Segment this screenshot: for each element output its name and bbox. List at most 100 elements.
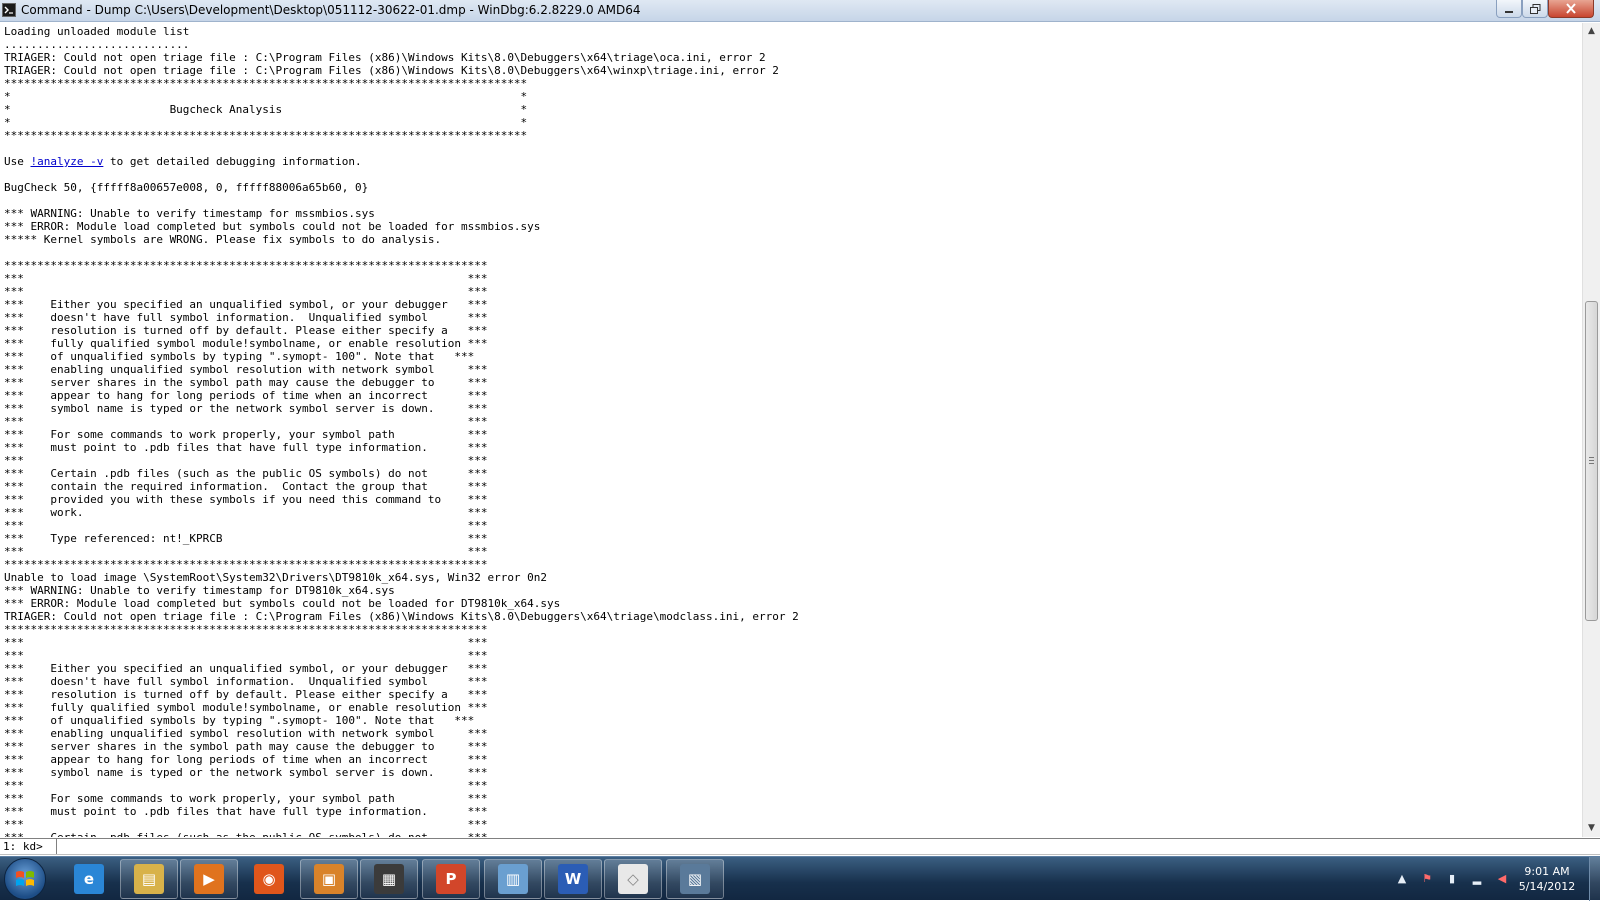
console-line: *** *** [4,415,488,428]
show-hidden-icons-icon[interactable]: ▲ [1395,872,1409,886]
console-line: *** WARNING: Unable to verify timestamp … [4,584,395,597]
media-player-icon: ▶ [194,864,224,894]
taskbar-button-internet-explorer[interactable]: e [60,859,118,899]
command-input[interactable] [56,839,1600,854]
command-window-icon [2,3,16,17]
console-line: *** *** [4,818,488,831]
link-line-suffix: to get detailed debugging information. [103,155,362,168]
console-line: *** *** [4,545,488,558]
taskbar: e ▤ ▶ ◉ ▣ ▦ P ▥ W ◇ ▧ ▲ ⚑ ▮ ▂ ◀ 9:01 AM 5/14/2012 [0,856,1600,901]
console-line: *** fully qualified symbol module!symbol… [4,337,488,350]
installer-icon: ▣ [314,864,344,894]
console-line: *** resolution is turned off by default.… [4,324,488,337]
clock[interactable]: 9:01 AM 5/14/2012 [1512,864,1582,894]
clock-time: 9:01 AM [1524,865,1570,878]
console-line: *** *** [4,779,488,792]
taskbar-button-network[interactable]: ▥ [484,859,542,899]
console-line: *** appear to hang for long periods of t… [4,753,488,766]
command-prompt: 1: kd> [3,840,43,853]
console-line: *** ERROR: Module load completed but sym… [4,220,541,233]
console-line: *** Certain .pdb files (such as the publ… [4,467,488,480]
output-lines-top: Loading unloaded module list ...........… [4,25,779,142]
console-line: *** symbol name is typed or the network … [4,402,488,415]
word-icon: W [558,864,588,894]
vertical-scrollbar[interactable]: ▲ ▼ [1582,23,1600,837]
console-line: *** *** [4,272,488,285]
console-line: ............................ [4,38,190,51]
console-line: *** Either you specified an unqualified … [4,662,488,675]
console-line: *** work. *** [4,506,488,519]
minimize-button[interactable] [1496,0,1522,18]
console-line: *** ERROR: Module load completed but sym… [4,597,561,610]
console-line: * * [4,116,528,129]
system-tray: ▲ ⚑ ▮ ▂ ◀ [1395,869,1509,889]
blank-document-icon: ◇ [618,864,648,894]
console-line: *** of unqualified symbols by typing ".s… [4,714,475,727]
volume-muted-icon[interactable]: ◀ [1495,872,1509,886]
console-line: *** provided you with these symbols if y… [4,493,488,506]
title-bar: Command - Dump C:\Users\Development\Desk… [0,0,1600,22]
console-line: ****************************************… [4,77,528,90]
console-line: ****************************************… [4,623,488,636]
console-line: * * [4,90,528,103]
console-line: BugCheck 50, {fffff8a00657e008, 0, fffff… [4,181,369,194]
taskbar-button-windbg[interactable]: ▧ [666,859,724,899]
action-center-icon[interactable]: ⚑ [1420,872,1434,886]
console-line: Unable to load image \SystemRoot\System3… [4,571,548,584]
console-output: Loading unloaded module list ...........… [0,23,1582,837]
powerpoint-icon: P [436,864,466,894]
show-desktop-button[interactable] [1589,857,1600,901]
console-line: ****************************************… [4,129,528,142]
start-button[interactable] [4,858,46,900]
console-line: *** *** [4,636,488,649]
link-line-prefix: Use [4,155,31,168]
console-line: * Bugcheck Analysis * [4,103,528,116]
taskbar-button-installer[interactable]: ▣ [300,859,358,899]
taskbar-button-blank-document[interactable]: ◇ [604,859,662,899]
debugger-output-pane[interactable]: Loading unloaded module list ...........… [0,23,1582,837]
console-line: *** of unqualified symbols by typing ".s… [4,350,475,363]
taskbar-button-windows-explorer[interactable]: ▤ [120,859,178,899]
console-line: *** doesn't have full symbol information… [4,311,488,324]
scroll-up-arrow-icon[interactable]: ▲ [1583,23,1600,40]
console-line: TRIAGER: Could not open triage file : C:… [4,51,766,64]
console-line: *** For some commands to work properly, … [4,428,488,441]
console-line: ****************************************… [4,558,488,571]
console-line: TRIAGER: Could not open triage file : C:… [4,610,799,623]
network-icon: ▥ [498,864,528,894]
console-line: *** contain the required information. Co… [4,480,488,493]
network-signal-icon[interactable]: ▂ [1470,872,1484,886]
console-line: ***** Kernel symbols are WRONG. Please f… [4,233,442,246]
console-line: Loading unloaded module list [4,25,190,38]
movie-maker-icon: ▦ [374,864,404,894]
clock-date: 5/14/2012 [1518,880,1576,893]
window-title: Command - Dump C:\Users\Development\Desk… [21,3,641,17]
internet-explorer-icon: e [74,864,104,894]
console-line: TRIAGER: Could not open triage file : C:… [4,64,779,77]
analyze-link[interactable]: !analyze -v [31,155,104,168]
scrollbar-thumb[interactable] [1585,301,1598,621]
console-line: *** *** [4,285,488,298]
console-line: *** must point to .pdb files that have f… [4,441,488,454]
console-line: *** enabling unqualified symbol resoluti… [4,363,488,376]
scroll-down-arrow-icon[interactable]: ▼ [1583,820,1600,837]
console-line: *** Type referenced: nt!_KPRCB *** [4,532,488,545]
console-line: *** For some commands to work properly, … [4,792,488,805]
close-button[interactable] [1548,0,1594,18]
console-line: *** Either you specified an unqualified … [4,298,488,311]
console-line: *** Certain .pdb files (such as the publ… [4,831,487,837]
console-line: *** must point to .pdb files that have f… [4,805,488,818]
restore-button[interactable] [1522,0,1548,18]
console-line: *** *** [4,454,488,467]
console-line: *** enabling unqualified symbol resoluti… [4,727,488,740]
command-bar: 1: kd> [0,838,1600,855]
output-lines-bottom: BugCheck 50, {fffff8a00657e008, 0, fffff… [4,181,799,837]
windows-explorer-icon: ▤ [134,864,164,894]
taskbar-button-word[interactable]: W [544,859,602,899]
taskbar-button-powerpoint[interactable]: P [422,859,480,899]
console-line: *** symbol name is typed or the network … [4,766,488,779]
power-icon[interactable]: ▮ [1445,872,1459,886]
taskbar-button-firefox[interactable]: ◉ [240,859,298,899]
taskbar-button-movie-maker[interactable]: ▦ [360,859,418,899]
taskbar-button-media-player[interactable]: ▶ [180,859,238,899]
